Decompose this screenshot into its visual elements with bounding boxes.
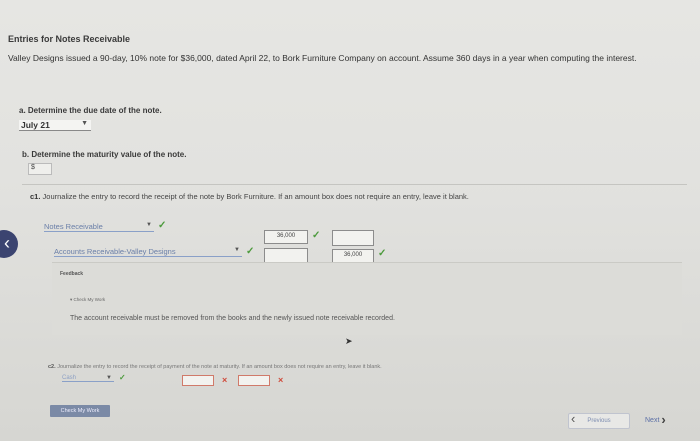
due-date-value: July 21	[21, 120, 50, 130]
feedback-text: The account receivable must be removed f…	[70, 315, 395, 322]
credit-input-c2[interactable]	[238, 375, 270, 386]
debit-input-c2[interactable]	[182, 375, 214, 386]
assignment-page: Entries for Notes Receivable Valley Desi…	[0, 0, 700, 441]
divider	[22, 184, 687, 185]
page-title: Entries for Notes Receivable	[8, 34, 131, 44]
check-icon: ✓	[119, 373, 126, 382]
mouse-cursor-icon: ➤	[345, 336, 353, 346]
next-label: Next	[645, 416, 660, 424]
credit-input-2[interactable]: 36,000	[332, 249, 374, 263]
part-c2-text: Journalize the entry to record the recei…	[57, 364, 382, 370]
part-c1-label: c1.	[30, 192, 41, 201]
journal-account-select-1[interactable]: Notes Receivable ▼	[44, 222, 154, 232]
cross-icon: ×	[278, 375, 284, 385]
cross-icon: ×	[222, 375, 228, 385]
previous-button[interactable]: ‹ Previous	[568, 411, 630, 429]
journal-account-select-2[interactable]: Accounts Receivable-Valley Designs ▼	[54, 247, 242, 257]
debit-input-1[interactable]: 36,000	[264, 230, 308, 244]
check-icon: ✓	[246, 246, 255, 257]
check-icon: ✓	[158, 220, 167, 231]
account-name: Cash	[62, 375, 77, 381]
next-button[interactable]: Next ›	[645, 413, 666, 428]
check-my-work-button[interactable]: Check My Work	[50, 405, 110, 417]
feedback-panel	[52, 262, 682, 335]
check-icon: ✓	[378, 248, 387, 259]
currency-symbol: $	[31, 164, 35, 171]
chevron-down-icon: ▼	[81, 120, 88, 127]
due-date-select[interactable]: July 21 ▼	[19, 120, 91, 131]
feedback-check-my-work-label: Check My Work	[73, 297, 106, 302]
credit-input-1[interactable]	[332, 230, 374, 246]
chevron-down-icon: ▼	[146, 222, 152, 228]
previous-label: Previous	[587, 418, 611, 424]
problem-statement: Valley Designs issued a 90-day, 10% note…	[8, 53, 637, 63]
part-c1-question: c1. Journalize the entry to record the r…	[30, 192, 469, 201]
part-a-question: a. Determine the due date of the note.	[19, 106, 162, 115]
chevron-down-icon: ▼	[234, 247, 240, 253]
debit-value: 36,000	[276, 233, 296, 239]
side-back-button[interactable]: ‹	[0, 230, 18, 258]
chevron-down-icon: ▼	[106, 375, 112, 381]
credit-value: 36,000	[343, 252, 363, 258]
feedback-label: Feedback	[60, 271, 84, 277]
account-name: Notes Receivable	[44, 222, 103, 231]
account-name: Accounts Receivable-Valley Designs	[54, 247, 176, 256]
chevron-left-icon: ‹	[571, 411, 576, 426]
journal-account-select-c2[interactable]: Cash ▼	[62, 375, 114, 382]
part-b-question: b. Determine the maturity value of the n…	[22, 150, 187, 159]
feedback-check-my-work[interactable]: ▾ Check My Work	[70, 297, 105, 303]
debit-input-2[interactable]	[264, 248, 308, 263]
chevron-left-icon: ‹	[4, 233, 10, 253]
part-c2-label: c2.	[48, 364, 56, 370]
maturity-value-input[interactable]: $	[28, 163, 52, 175]
part-c2-question: c2. Journalize the entry to record the r…	[48, 364, 382, 370]
check-icon: ✓	[312, 230, 321, 241]
part-c1-text: Journalize the entry to record the recei…	[42, 192, 469, 201]
chevron-right-icon: ›	[661, 412, 666, 427]
